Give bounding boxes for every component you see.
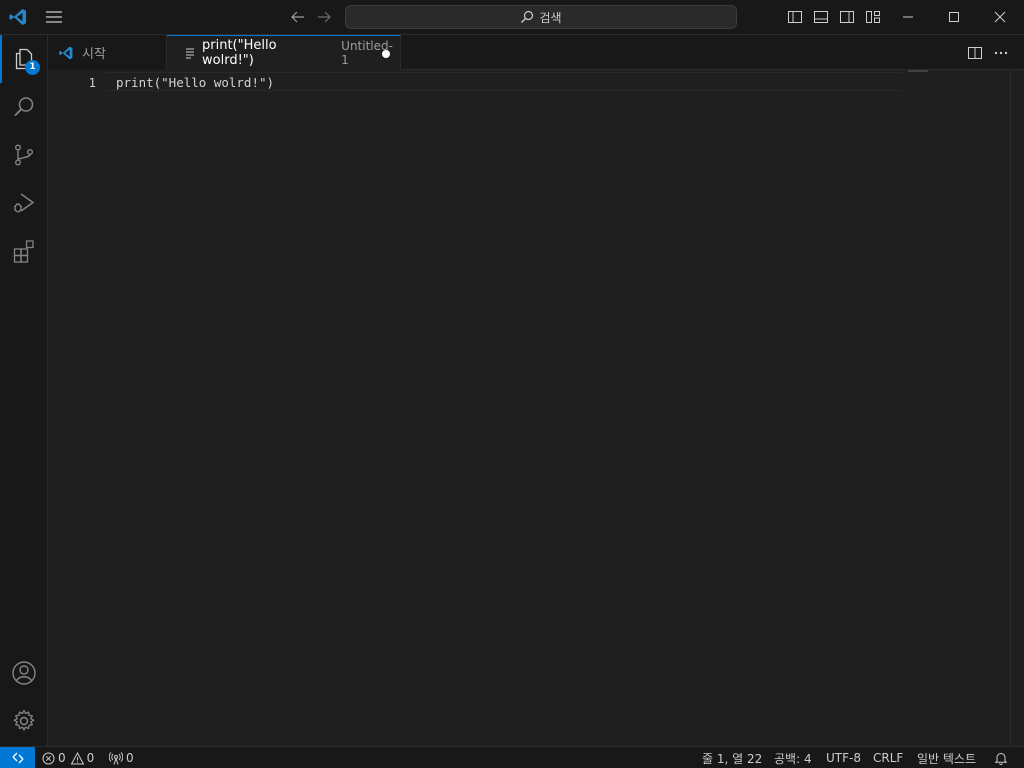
run-debug-icon bbox=[12, 191, 36, 215]
editor-area[interactable]: 1 print("Hello wolrd!") bbox=[48, 70, 1024, 746]
customize-layout-icon[interactable] bbox=[863, 7, 883, 27]
text-file-icon bbox=[184, 47, 196, 59]
search-icon bbox=[520, 10, 534, 24]
remote-icon bbox=[11, 751, 25, 765]
remote-indicator[interactable] bbox=[0, 747, 35, 768]
vscode-logo-icon bbox=[8, 7, 28, 27]
activity-bar: 1 bbox=[0, 35, 48, 746]
account-icon bbox=[11, 660, 37, 686]
encoding-status[interactable]: UTF-8 bbox=[826, 747, 861, 768]
warning-icon bbox=[70, 751, 84, 765]
extensions-button[interactable] bbox=[0, 227, 48, 275]
title-bar: 검색 bbox=[0, 0, 1024, 35]
accounts-button[interactable] bbox=[0, 649, 48, 697]
toggle-secondary-sidebar-icon[interactable] bbox=[837, 7, 857, 27]
eol-status[interactable]: CRLF bbox=[873, 747, 903, 768]
notifications-button[interactable] bbox=[994, 747, 1008, 768]
vertical-scrollbar[interactable] bbox=[1010, 70, 1024, 746]
indentation-status[interactable]: 공백: 4 bbox=[774, 747, 812, 768]
toggle-panel-icon[interactable] bbox=[811, 7, 831, 27]
more-actions-icon[interactable] bbox=[990, 42, 1012, 64]
run-and-debug-button[interactable] bbox=[0, 179, 48, 227]
source-control-icon bbox=[12, 143, 36, 167]
explorer-badge: 1 bbox=[25, 60, 40, 75]
close-icon[interactable] bbox=[977, 0, 1023, 34]
gear-icon bbox=[11, 708, 37, 734]
toggle-primary-sidebar-icon[interactable] bbox=[785, 7, 805, 27]
tab-description: Untitled-1 bbox=[341, 39, 393, 67]
source-control-button[interactable] bbox=[0, 131, 48, 179]
maximize-icon[interactable] bbox=[931, 0, 977, 34]
menu-icon[interactable] bbox=[42, 6, 66, 28]
manage-button[interactable] bbox=[0, 697, 48, 745]
extensions-icon bbox=[12, 239, 36, 263]
split-editor-icon[interactable] bbox=[964, 42, 986, 64]
search-view-button[interactable] bbox=[0, 83, 48, 131]
tab-label: print("Hello wolrd!") bbox=[202, 38, 277, 68]
tab-untitled-1[interactable]: print("Hello wolrd!") Untitled-1 bbox=[167, 35, 401, 70]
minimize-icon[interactable] bbox=[885, 0, 931, 34]
search-icon bbox=[12, 95, 36, 119]
ports-count: 0 bbox=[126, 751, 134, 765]
line-number: 1 bbox=[88, 75, 96, 90]
minimap[interactable] bbox=[908, 70, 928, 72]
cursor-position[interactable]: 줄 1, 열 22 bbox=[702, 747, 762, 768]
error-icon bbox=[42, 752, 55, 765]
language-mode[interactable]: 일반 텍스트 bbox=[917, 747, 976, 768]
unsaved-dot-icon[interactable] bbox=[382, 50, 390, 58]
explorer-button[interactable]: 1 bbox=[0, 35, 48, 83]
command-center-search[interactable]: 검색 bbox=[345, 5, 737, 29]
warning-count: 0 bbox=[86, 751, 95, 765]
back-arrow-icon[interactable] bbox=[287, 6, 309, 28]
status-bar: 0 0 0 줄 1, 열 22 공백: 4 UTF-8 CRLF 일반 텍스트 bbox=[0, 746, 1024, 768]
editor-tab-bar: 시작 print("Hello wolrd!") Untitled-1 bbox=[48, 35, 1024, 70]
forward-arrow-icon[interactable] bbox=[313, 6, 335, 28]
vscode-logo-icon bbox=[58, 45, 74, 61]
tab-welcome[interactable]: 시작 bbox=[48, 35, 167, 70]
tab-label: 시작 bbox=[82, 47, 106, 62]
problems-status[interactable]: 0 0 bbox=[42, 747, 94, 768]
bell-icon bbox=[994, 751, 1008, 765]
ports-status[interactable]: 0 bbox=[109, 747, 134, 768]
error-count: 0 bbox=[58, 751, 66, 765]
broadcast-icon bbox=[109, 751, 123, 765]
code-line[interactable]: print("Hello wolrd!") bbox=[116, 73, 274, 92]
search-label: 검색 bbox=[539, 10, 562, 25]
